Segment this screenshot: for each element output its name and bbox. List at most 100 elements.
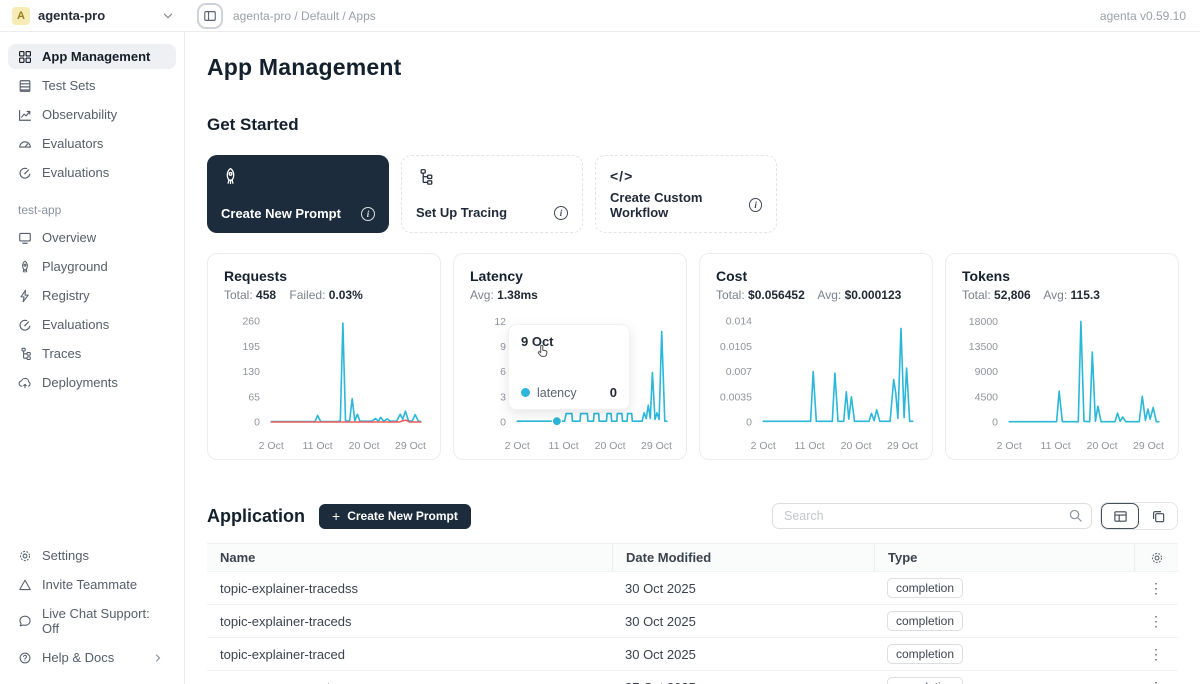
date-modified: 30 Oct 2025 xyxy=(612,572,874,604)
svg-text:0.007: 0.007 xyxy=(726,366,752,378)
svg-text:130: 130 xyxy=(242,366,260,378)
latency-chart-card: Latency Avg: 1.38ms 0369122 Oct11 Oct20 … xyxy=(453,253,687,460)
info-icon[interactable]: i xyxy=(554,206,568,220)
svg-text:0.014: 0.014 xyxy=(726,316,752,328)
sidebar-section-label: test-app xyxy=(18,203,176,217)
svg-text:13500: 13500 xyxy=(969,341,998,353)
svg-text:0.0105: 0.0105 xyxy=(720,341,752,353)
chart-stats: Total: 52,806 Avg: 115.3 xyxy=(962,288,1162,302)
sidebar-panel-icon xyxy=(203,9,217,23)
table-row[interactable]: career-assessment 27 Oct 2025 completion… xyxy=(207,671,1178,684)
card-label: Set Up Tracing xyxy=(416,205,507,220)
sidebar-item-invite-teammate[interactable]: Invite Teammate xyxy=(8,572,176,597)
rocket-icon xyxy=(18,260,32,274)
row-menu-icon[interactable]: ⋮ xyxy=(1149,680,1163,684)
sidebar-item-evaluators[interactable]: Evaluators xyxy=(8,131,176,156)
cost-line-chart[interactable]: 00.00350.0070.01050.0142 Oct11 Oct20 Oct… xyxy=(716,308,916,463)
sidebar-toggle-button[interactable] xyxy=(197,3,223,29)
workspace-switcher[interactable]: A agenta-pro xyxy=(0,7,185,25)
chart-stat: Total: $0.056452 xyxy=(716,288,815,302)
svg-text:29 Oct: 29 Oct xyxy=(641,440,672,452)
create-new-prompt-card[interactable]: Create New Prompt i xyxy=(207,155,389,233)
date-modified: 30 Oct 2025 xyxy=(612,638,874,670)
svg-text:0: 0 xyxy=(500,417,506,429)
row-menu-icon[interactable]: ⋮ xyxy=(1149,614,1163,628)
svg-text:2 Oct: 2 Oct xyxy=(997,440,1022,452)
svg-text:11 Oct: 11 Oct xyxy=(303,440,333,452)
app-name[interactable]: topic-explainer-traceds xyxy=(207,605,612,637)
topbar: A agenta-pro agenta-pro / Default / Apps… xyxy=(0,0,1200,32)
requests-chart-card: Requests Total: 458 Failed: 0.03% 065130… xyxy=(207,253,441,460)
breadcrumb[interactable]: agenta-pro / Default / Apps xyxy=(233,9,376,23)
sidebar-item-live-chat-support[interactable]: Live Chat Support: Off xyxy=(8,601,176,641)
sidebar-item-observability[interactable]: Observability xyxy=(8,102,176,127)
help-circle-icon xyxy=(18,651,32,665)
chart-stat: Total: 52,806 xyxy=(962,288,1041,302)
table-row[interactable]: topic-explainer-traceds 30 Oct 2025 comp… xyxy=(207,605,1178,638)
sidebar-item-evaluations[interactable]: Evaluations xyxy=(8,160,176,185)
column-header-type[interactable]: Type xyxy=(874,544,1134,571)
svg-text:9: 9 xyxy=(500,341,506,353)
sidebar-item-registry[interactable]: Registry xyxy=(8,283,176,308)
sidebar-item-label: Playground xyxy=(42,259,108,274)
svg-text:0: 0 xyxy=(992,417,998,429)
row-menu-icon[interactable]: ⋮ xyxy=(1149,581,1163,595)
sidebar-item-test-sets[interactable]: Test Sets xyxy=(8,73,176,98)
create-button-label: Create New Prompt xyxy=(347,509,458,523)
triangle-icon xyxy=(18,578,32,592)
table-row[interactable]: topic-explainer-tracedss 30 Oct 2025 com… xyxy=(207,572,1178,605)
date-modified: 27 Oct 2025 xyxy=(612,671,874,684)
set-up-tracing-card[interactable]: Set Up Tracing i xyxy=(401,155,583,233)
search-input[interactable] xyxy=(772,503,1092,529)
column-header-date-modified[interactable]: Date Modified xyxy=(612,544,874,571)
table-row[interactable]: topic-explainer-traced 30 Oct 2025 compl… xyxy=(207,638,1178,671)
svg-text:0.0035: 0.0035 xyxy=(720,391,752,403)
app-name[interactable]: career-assessment xyxy=(207,671,612,684)
table-view-button[interactable] xyxy=(1101,503,1139,529)
sidebar-item-label: Overview xyxy=(42,230,96,245)
sidebar-item-overview[interactable]: Overview xyxy=(8,225,176,250)
card-view-icon xyxy=(1151,509,1166,524)
table-settings-icon[interactable] xyxy=(1150,551,1164,565)
app-name[interactable]: topic-explainer-traced xyxy=(207,638,612,670)
evaluation-dial-icon xyxy=(18,318,32,332)
sidebar-item-settings[interactable]: Settings xyxy=(8,543,176,568)
card-view-button[interactable] xyxy=(1139,503,1177,529)
type-badge: completion xyxy=(887,611,963,631)
app-root: A agenta-pro agenta-pro / Default / Apps… xyxy=(0,0,1200,684)
mouse-cursor-icon xyxy=(534,343,551,360)
monitor-icon xyxy=(18,231,32,245)
chart-title: Cost xyxy=(716,268,916,284)
chart-stat: Avg: 115.3 xyxy=(1043,288,1110,302)
application-header: Application + Create New Prompt xyxy=(207,502,1178,530)
tokens-line-chart[interactable]: 04500900013500180002 Oct11 Oct20 Oct29 O… xyxy=(962,308,1162,463)
requests-line-chart[interactable]: 0651301952602 Oct11 Oct20 Oct29 Oct xyxy=(224,308,424,463)
sidebar-item-playground[interactable]: Playground xyxy=(8,254,176,279)
card-label: Create Custom Workflow xyxy=(610,190,749,220)
chart-stat: Failed: 0.03% xyxy=(289,288,372,302)
sidebar-item-deployments[interactable]: Deployments xyxy=(8,370,176,395)
sidebar-item-app-evaluations[interactable]: Evaluations xyxy=(8,312,176,337)
svg-text:3: 3 xyxy=(500,391,506,403)
info-icon[interactable]: i xyxy=(361,207,375,221)
svg-text:2 Oct: 2 Oct xyxy=(505,440,530,452)
sidebar-item-app-management[interactable]: App Management xyxy=(8,44,176,69)
column-header-name[interactable]: Name xyxy=(207,544,612,571)
search-icon[interactable] xyxy=(1068,508,1083,523)
create-custom-workflow-card[interactable]: </> Create Custom Workflow i xyxy=(595,155,777,233)
create-new-prompt-button[interactable]: + Create New Prompt xyxy=(319,504,471,529)
sidebar-item-label: Evaluations xyxy=(42,165,109,180)
row-menu-icon[interactable]: ⋮ xyxy=(1149,647,1163,661)
svg-text:29 Oct: 29 Oct xyxy=(1133,440,1164,452)
workspace-name: agenta-pro xyxy=(38,8,161,23)
type-badge: completion xyxy=(887,578,963,598)
chart-title: Requests xyxy=(224,268,424,284)
app-name[interactable]: topic-explainer-tracedss xyxy=(207,572,612,604)
svg-text:20 Oct: 20 Oct xyxy=(1087,440,1118,452)
svg-text:65: 65 xyxy=(248,391,260,403)
branch-icon xyxy=(18,347,32,361)
info-icon[interactable]: i xyxy=(749,198,762,212)
sidebar-item-help-docs[interactable]: Help & Docs xyxy=(8,645,176,670)
tooltip-value: 0 xyxy=(610,385,617,400)
sidebar-item-traces[interactable]: Traces xyxy=(8,341,176,366)
